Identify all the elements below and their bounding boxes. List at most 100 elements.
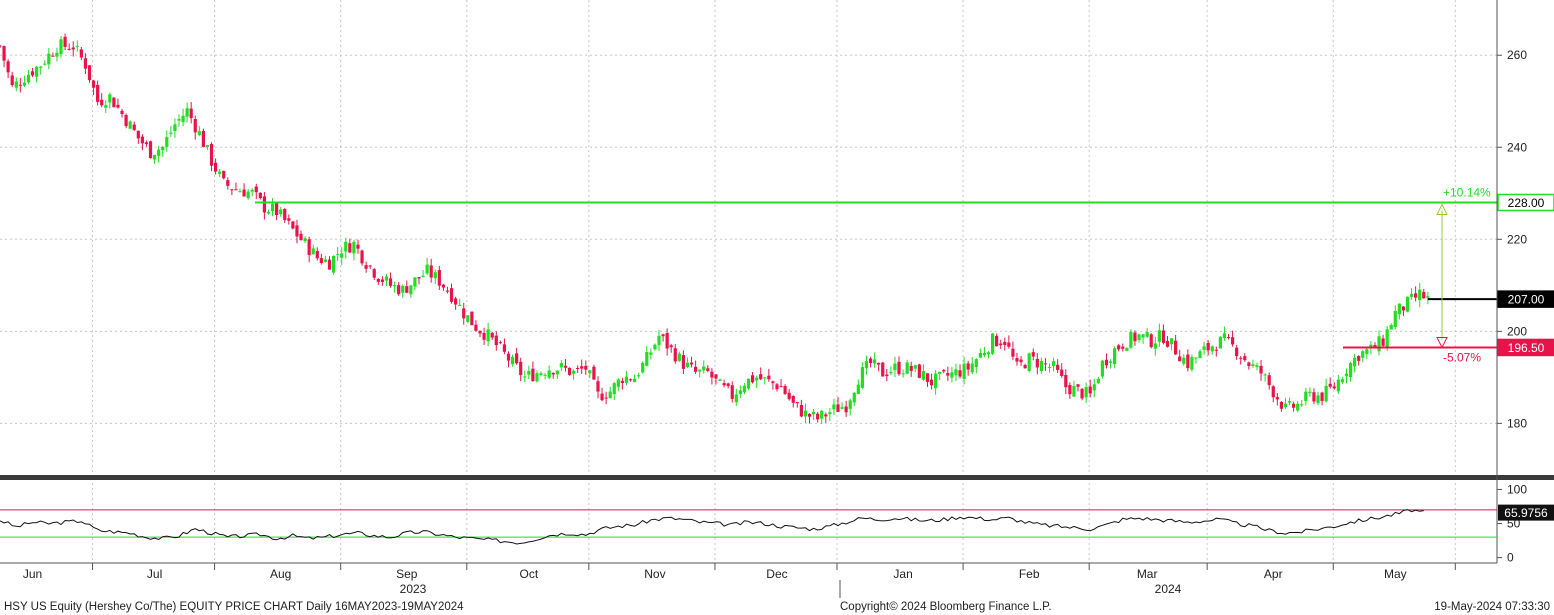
candle-body (555, 370, 559, 375)
candle-body (1344, 373, 1349, 377)
candle-body (974, 359, 978, 368)
candle-body (1275, 397, 1279, 400)
candle-body (893, 363, 897, 371)
candle-body (612, 383, 616, 395)
candle-body (913, 365, 917, 369)
month-label: Jul (147, 567, 162, 581)
candle-body (429, 265, 433, 278)
candle-body (193, 119, 197, 133)
chart-description: HSY US Equity (Hershey Co/The) EQUITY PR… (4, 601, 464, 613)
candle-body (116, 104, 120, 108)
candle-body (571, 370, 576, 374)
candle-body (783, 386, 787, 394)
candle-body (1100, 360, 1105, 377)
candle-body (494, 335, 498, 346)
rsi-tick-label: 0 (1507, 551, 1514, 565)
candle-body (1027, 353, 1031, 371)
candle-body (43, 63, 47, 65)
candle-body (1145, 332, 1149, 337)
candle-body (702, 366, 706, 371)
candle-body (1060, 369, 1064, 377)
candle-body (405, 286, 409, 293)
candle-body (490, 332, 494, 338)
candle-body (523, 376, 527, 378)
candle-body (360, 250, 364, 264)
candle-body (502, 344, 507, 352)
candle-body (665, 333, 669, 349)
candle-body (258, 192, 262, 199)
candle-body (596, 381, 600, 392)
candle-body (1011, 348, 1015, 357)
candle-body (592, 366, 596, 380)
candle-body (165, 137, 169, 147)
candle-body (279, 209, 283, 215)
candle-body (1377, 336, 1381, 352)
candle-body (1210, 346, 1214, 352)
candle-body (811, 411, 816, 415)
candle-body (1161, 330, 1166, 343)
candle-body (917, 364, 921, 378)
rsi-tag-value: 65.9756 (1504, 506, 1548, 520)
month-label: Jun (23, 567, 42, 581)
candle-body (388, 278, 393, 286)
candle-body (1019, 359, 1023, 363)
candle-body (409, 285, 413, 295)
candle-body (1226, 337, 1231, 339)
candle-body (848, 400, 852, 409)
candle-body (275, 203, 279, 215)
candle-body (1023, 365, 1027, 369)
candle-body (323, 259, 328, 262)
candle-body (1316, 395, 1320, 404)
candle-body (144, 142, 149, 145)
month-label: Dec (766, 567, 787, 581)
candle-body (958, 370, 962, 377)
candle-body (437, 270, 441, 286)
candle-body (67, 48, 71, 50)
candle-body (100, 99, 104, 106)
candle-body (161, 146, 165, 151)
candle-body (978, 352, 982, 358)
candle-body (604, 397, 608, 399)
level-tag-value: 196.50 (1508, 341, 1545, 355)
candle-body (897, 361, 901, 375)
candle-body (563, 365, 568, 368)
candle-body (498, 342, 502, 344)
candle-body (836, 404, 840, 412)
candle-body (820, 410, 824, 419)
candle-body (307, 239, 311, 256)
candle-body (641, 362, 645, 373)
candle-body (1222, 333, 1227, 339)
candle-body (1149, 334, 1153, 348)
candle-body (539, 373, 543, 376)
candle-body (340, 253, 344, 258)
level-tag-value: 207.00 (1508, 293, 1545, 307)
candle-body (1247, 362, 1251, 367)
candle-body (828, 412, 832, 415)
candle-body (925, 373, 930, 382)
candle-body (169, 132, 173, 134)
candle-body (1426, 296, 1430, 298)
candle-body (734, 394, 738, 403)
rsi-line (0, 509, 1424, 545)
candle-body (83, 58, 88, 69)
candle-body (1414, 293, 1418, 298)
candle-body (197, 131, 201, 135)
candle-body (645, 351, 649, 366)
candle-body (673, 348, 677, 362)
candle-body (226, 180, 230, 186)
candle-body (1405, 296, 1410, 312)
rsi-panel: 05010065.9756 (0, 482, 1554, 565)
candle-body (1104, 359, 1109, 366)
candle-body (706, 368, 710, 371)
candle-body (1125, 347, 1129, 351)
candle-body (35, 66, 39, 77)
candle-body (1113, 348, 1117, 365)
candle-body (474, 324, 478, 331)
candle-body (1418, 289, 1422, 301)
candle-body (1068, 384, 1072, 395)
candle-body (482, 332, 486, 340)
candle-body (368, 265, 372, 267)
candle-body (620, 380, 624, 383)
candle-body (185, 108, 189, 117)
candle-body (759, 374, 763, 380)
